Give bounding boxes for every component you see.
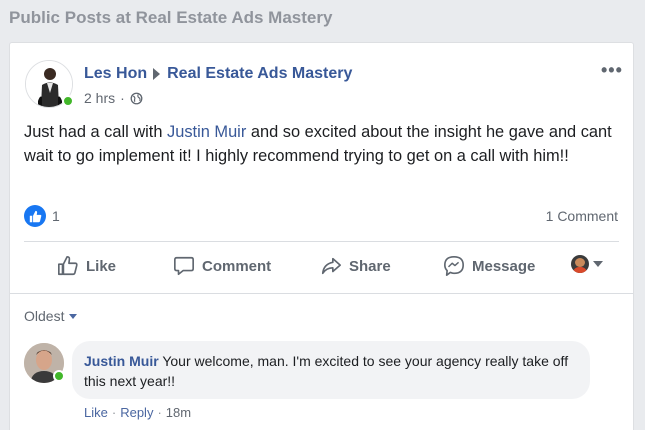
arrow-right-icon bbox=[153, 68, 161, 80]
comment-button[interactable]: Comment bbox=[173, 255, 271, 277]
thumbs-up-icon bbox=[58, 256, 78, 276]
like-button[interactable]: Like bbox=[57, 255, 116, 277]
message-label: Message bbox=[472, 257, 536, 275]
post-timestamp[interactable]: 2 hrs bbox=[84, 90, 115, 106]
comment-author-link[interactable]: Justin Muir bbox=[84, 353, 159, 369]
chevron-down-icon bbox=[69, 313, 78, 319]
post-header: Les Hon Real Estate Ads Mastery bbox=[84, 65, 352, 83]
user-avatar-small bbox=[571, 255, 589, 273]
chevron-down-icon bbox=[593, 261, 603, 267]
comment-reply-link[interactable]: Reply bbox=[120, 405, 153, 420]
post-card: Les Hon Real Estate Ads Mastery 2 hrs · … bbox=[9, 42, 634, 430]
sort-label: Oldest bbox=[24, 308, 65, 324]
section-title[interactable]: Public Posts at Real Estate Ads Mastery bbox=[9, 8, 332, 28]
more-options-icon[interactable]: ••• bbox=[601, 60, 623, 81]
post-text: Just had a call with Justin Muir and so … bbox=[24, 120, 619, 168]
post-group-link[interactable]: Real Estate Ads Mastery bbox=[167, 65, 352, 83]
reaction-count: 1 bbox=[52, 208, 60, 224]
post-author-link[interactable]: Les Hon bbox=[84, 65, 147, 83]
mention-link[interactable]: Justin Muir bbox=[167, 123, 246, 141]
comment-count-link[interactable]: 1 Comment bbox=[546, 208, 618, 224]
comment-actions: Like · Reply · 18m bbox=[84, 405, 192, 420]
comment-timestamp[interactable]: 18m bbox=[166, 405, 191, 420]
divider bbox=[10, 293, 633, 294]
comment-sort-dropdown[interactable]: Oldest bbox=[24, 308, 78, 324]
comment-bubble: Justin Muir Your welcome, man. I'm excit… bbox=[72, 341, 590, 399]
comment-like-link[interactable]: Like bbox=[84, 405, 108, 420]
post-meta: 2 hrs · bbox=[84, 90, 143, 106]
divider bbox=[24, 241, 619, 242]
like-label: Like bbox=[86, 257, 117, 275]
comment-label: Comment bbox=[202, 257, 272, 275]
share-button[interactable]: Share bbox=[320, 255, 391, 277]
share-arrow-icon bbox=[321, 257, 341, 275]
globe-icon[interactable] bbox=[130, 92, 143, 105]
share-label: Share bbox=[349, 257, 391, 275]
reaction-summary[interactable]: 1 bbox=[24, 205, 60, 227]
post-actions-bar: Like Comment Share Message bbox=[24, 243, 619, 293]
like-reaction-icon bbox=[24, 205, 46, 227]
online-status-dot bbox=[53, 370, 65, 382]
post-text-part: Just had a call with bbox=[24, 123, 168, 141]
speech-bubble-icon bbox=[174, 256, 194, 276]
messenger-icon bbox=[444, 256, 464, 276]
message-button[interactable]: Message bbox=[443, 255, 535, 277]
audience-selector[interactable] bbox=[571, 255, 603, 273]
online-status-dot bbox=[62, 95, 74, 107]
